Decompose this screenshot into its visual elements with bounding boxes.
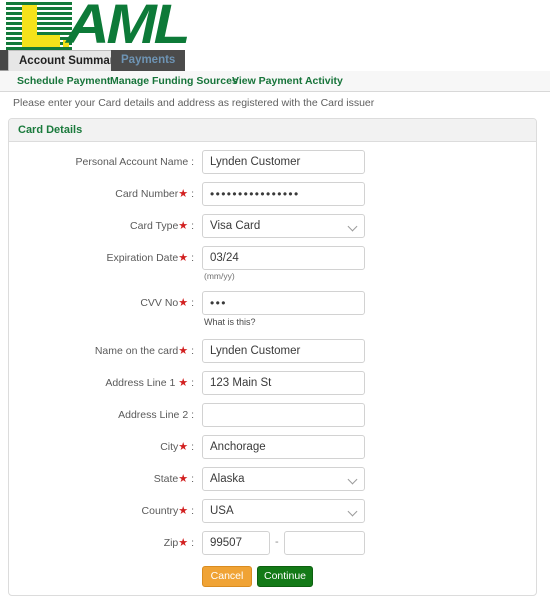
cvv-input[interactable]: ••• — [202, 291, 365, 315]
label-expiration-date-suffix: : — [188, 252, 194, 264]
required-asterisk: ★ — [178, 473, 189, 485]
label-country-suffix: : — [188, 505, 194, 517]
label-city-suffix: : — [188, 441, 194, 453]
row-expiration-date: Expiration Date★ : (mm/yy) — [9, 246, 536, 281]
cvv-masked-value: ••• — [210, 296, 227, 310]
site-logo: AML — [4, 0, 254, 52]
instruction-text: Please enter your Card details and addre… — [13, 97, 375, 109]
subnav-manage-funding-sources[interactable]: Manage Funding Sources — [110, 71, 238, 92]
row-card-number: Card Number★ : •••••••••••••••• — [9, 182, 536, 206]
label-city: City★ : — [9, 435, 194, 459]
label-state-suffix: : — [188, 473, 194, 485]
required-asterisk: ★ — [178, 252, 189, 264]
continue-button[interactable]: Continue — [257, 566, 313, 587]
label-country: Country★ : — [9, 499, 194, 523]
label-card-type-suffix: : — [188, 220, 194, 232]
tab-bar-filler — [175, 50, 550, 71]
form-actions: Cancel Continue — [9, 566, 536, 590]
label-expiration-date-text: Expiration Date — [106, 252, 179, 264]
state-select[interactable]: Alaska — [202, 467, 365, 491]
label-card-number-text: Card Number — [115, 188, 179, 200]
subnav-view-payment-activity[interactable]: View Payment Activity — [232, 71, 343, 92]
personal-account-name-input[interactable] — [202, 150, 365, 174]
card-details-panel: Card Details Personal Account Name : Car… — [8, 118, 537, 596]
required-asterisk: ★ — [178, 297, 189, 309]
row-cvv: CVV No★ : ••• What is this? — [9, 291, 536, 327]
row-name-on-card: Name on the card★ : — [9, 339, 536, 363]
name-on-card-input[interactable] — [202, 339, 365, 363]
label-state-text: State — [153, 473, 179, 485]
label-zip-suffix: : — [188, 537, 194, 549]
label-address-line-1: Address Line 1 ★ : — [9, 371, 194, 395]
label-cvv: CVV No★ : — [9, 291, 194, 315]
row-city: City★ : — [9, 435, 536, 459]
row-state: State★ : Alaska — [9, 467, 536, 491]
main-tab-bar: Account Summary Payments — [0, 50, 550, 71]
required-asterisk: ★ — [178, 345, 189, 357]
address-line-2-input[interactable] — [202, 403, 365, 427]
zip-extension-input[interactable] — [284, 531, 365, 555]
required-asterisk: ★ — [178, 505, 189, 517]
zip-input[interactable] — [202, 531, 270, 555]
country-select[interactable]: USA — [202, 499, 365, 523]
label-name-on-card-suffix: : — [188, 345, 194, 357]
label-name-on-card-text: Name on the card — [94, 345, 179, 357]
payment-card-details-page: AML Account Summary Payments Schedule Pa… — [0, 0, 550, 606]
city-input[interactable] — [202, 435, 365, 459]
card-details-panel-header: Card Details — [9, 119, 536, 142]
label-country-text: Country — [141, 505, 179, 517]
label-card-type-text: Card Type — [130, 220, 179, 232]
label-address-line-2: Address Line 2 : — [118, 409, 194, 421]
country-select-wrapper[interactable]: USA — [202, 499, 365, 523]
zip-separator: - — [275, 536, 279, 548]
logo-wordmark: AML — [66, 0, 191, 55]
striped-L-logo-icon — [6, 2, 72, 50]
cancel-button[interactable]: Cancel — [202, 566, 252, 587]
label-cvv-suffix: : — [188, 297, 194, 309]
label-zip-text: Zip — [163, 537, 179, 549]
row-country: Country★ : USA — [9, 499, 536, 523]
row-personal-account-name: Personal Account Name : — [9, 150, 536, 174]
required-asterisk: ★ — [178, 220, 189, 232]
label-name-on-card: Name on the card★ : — [9, 339, 194, 363]
required-asterisk: ★ — [178, 377, 189, 389]
label-state: State★ : — [9, 467, 194, 491]
row-address-line-1: Address Line 1 ★ : — [9, 371, 536, 395]
required-asterisk: ★ — [178, 188, 189, 200]
label-address-line-1-text: Address Line 1 — [105, 377, 179, 389]
card-type-select[interactable]: Visa Card — [202, 214, 365, 238]
label-zip: Zip★ : — [9, 531, 194, 555]
card-number-input[interactable]: •••••••••••••••• — [202, 182, 365, 206]
row-address-line-2: Address Line 2 : — [9, 403, 536, 427]
tab-payments[interactable]: Payments — [111, 50, 186, 71]
required-asterisk: ★ — [178, 441, 189, 453]
label-personal-account-name: Personal Account Name : — [75, 156, 194, 168]
label-card-type: Card Type★ : — [9, 214, 194, 238]
row-card-type: Card Type★ : Visa Card — [9, 214, 536, 238]
address-line-1-input[interactable] — [202, 371, 365, 395]
logo-L-foot — [22, 35, 60, 47]
sub-navigation-bar: Schedule Payment Manage Funding Sources … — [0, 71, 550, 92]
cvv-what-is-this-link[interactable]: What is this? — [204, 317, 256, 327]
label-cvv-text: CVV No — [140, 297, 179, 309]
card-type-select-wrapper[interactable]: Visa Card — [202, 214, 365, 238]
label-city-text: City — [160, 441, 179, 453]
label-card-number: Card Number★ : — [9, 182, 194, 206]
label-expiration-date: Expiration Date★ : — [9, 246, 194, 270]
expiration-date-hint: (mm/yy) — [204, 271, 235, 281]
card-number-masked-value: •••••••••••••••• — [210, 187, 300, 201]
state-select-wrapper[interactable]: Alaska — [202, 467, 365, 491]
expiration-date-input[interactable] — [202, 246, 365, 270]
row-zip: Zip★ : - — [9, 531, 536, 555]
panel-title: Card Details — [18, 124, 83, 136]
required-asterisk: ★ — [178, 537, 189, 549]
label-card-number-suffix: : — [188, 188, 194, 200]
label-address-line-1-suffix: : — [188, 377, 194, 389]
subnav-schedule-payment[interactable]: Schedule Payment — [17, 71, 110, 92]
